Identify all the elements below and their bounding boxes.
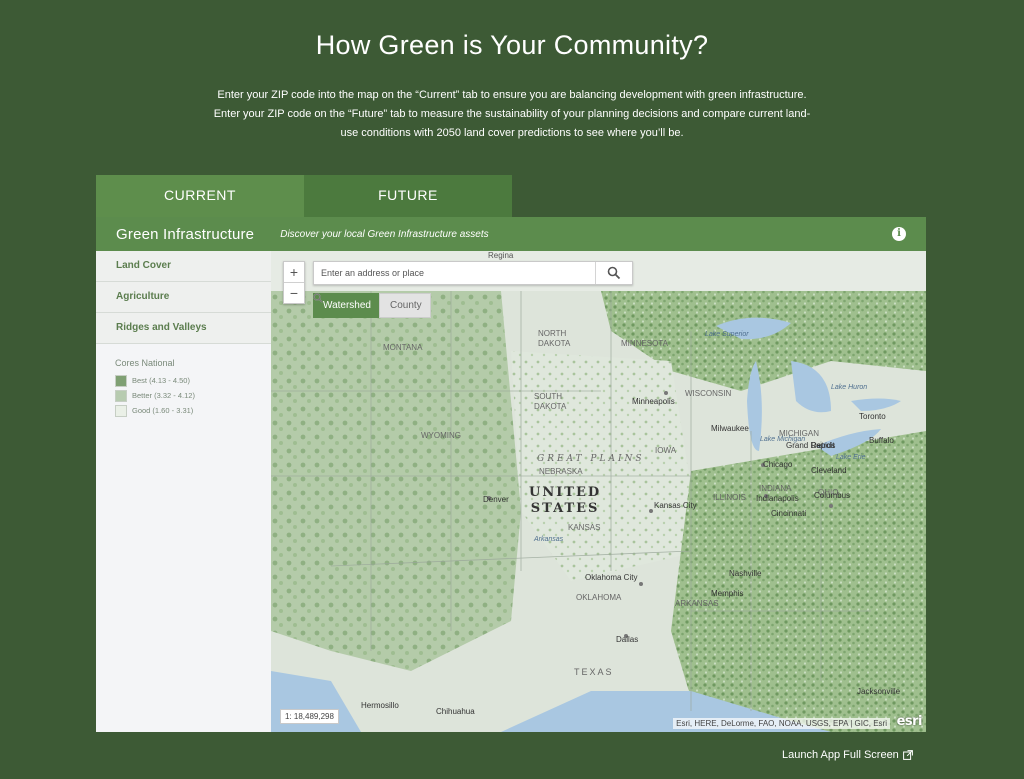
map-label-city: Nashville xyxy=(729,569,762,578)
search-icon xyxy=(607,266,621,280)
map-label-city: Toronto xyxy=(859,412,886,421)
tab-current[interactable]: CURRENT xyxy=(96,175,304,217)
app-title: Green Infrastructure xyxy=(116,225,255,243)
zoom-in-button[interactable]: + xyxy=(284,262,304,283)
tab-future[interactable]: FUTURE xyxy=(304,175,512,217)
map-label-state: ILLINOIS xyxy=(713,493,746,502)
map-label-city: Indianapolis xyxy=(756,494,799,503)
launch-label: Launch App Full Screen xyxy=(782,749,899,761)
launch-full-screen-link[interactable]: Launch App Full Screen xyxy=(782,749,913,761)
map-label-city: Chicago xyxy=(763,460,793,469)
legend-entry: Better (3.32 - 4.12) xyxy=(115,388,271,403)
map-label-city: Milwaukee xyxy=(711,424,749,433)
map-label-water: Lake Erie xyxy=(836,454,866,461)
map-label-state: IOWA xyxy=(655,446,677,455)
app-panel: Green Infrastructure Discover your local… xyxy=(96,217,926,732)
map-label-state: MINNESOTA xyxy=(621,339,668,348)
map-label-state: NORTH xyxy=(538,329,567,338)
zoom-out-button[interactable]: − xyxy=(284,283,304,303)
map-label-water: Lake Superior xyxy=(705,331,749,338)
map-label-state: TEXAS xyxy=(574,667,614,677)
map-label-state: INDIANA xyxy=(759,484,792,493)
map-label-state: WISCONSIN xyxy=(685,389,732,398)
sidebar-item-agriculture[interactable]: Agriculture xyxy=(96,282,271,313)
map-label-city: Jacksonville xyxy=(857,687,901,696)
intro-text: Enter your ZIP code into the map on the … xyxy=(180,86,844,143)
map-label-city: Columbus xyxy=(814,491,851,500)
legend-label: Good (1.60 - 3.31) xyxy=(132,406,194,415)
legend-title: Cores National xyxy=(115,358,175,368)
map-label-state: ARKANSAS xyxy=(675,599,719,608)
intro-line: Enter your ZIP code on the “Future” tab … xyxy=(213,108,811,120)
map-label-state: DAKOTA xyxy=(534,402,567,411)
intro-line: use conditions with 2050 land cover pred… xyxy=(340,127,684,139)
legend-label: Better (3.32 - 4.12) xyxy=(132,391,195,400)
sidebar: Land Cover Agriculture Ridges and Valley… xyxy=(96,251,272,732)
map-label-city: Cincinnati xyxy=(771,509,807,518)
map-view[interactable]: UNITED STATES GREAT PLAINS NORTH DAKOTA S… xyxy=(271,251,926,732)
county-label: County xyxy=(389,300,422,311)
map-label-city: Memphis xyxy=(711,589,744,598)
address-search xyxy=(313,261,633,285)
info-icon[interactable]: i xyxy=(892,227,906,241)
map-label-state: SOUTH xyxy=(534,392,562,401)
map-label-state: DAKOTA xyxy=(538,339,571,348)
legend-label: Best (4.13 - 4.50) xyxy=(132,376,190,385)
map-label-state: MONTANA xyxy=(383,343,423,352)
legend-swatch xyxy=(115,404,127,417)
map-label-city: Detroit xyxy=(811,441,835,450)
map-attribution[interactable]: Esri, HERE, DeLorme, FAO, NOAA, USGS, EP… xyxy=(673,718,890,729)
map-label-state: NORTH DAKOTA xyxy=(538,329,570,349)
search-button[interactable] xyxy=(595,262,632,284)
map-label-city: Chihuahua xyxy=(436,707,475,716)
county-toggle-button[interactable]: County xyxy=(313,293,431,318)
sidebar-item-ridges-and-valleys[interactable]: Ridges and Valleys xyxy=(96,313,271,344)
map-label-state: SOUTH DAKOTA xyxy=(534,392,566,412)
legend: Cores National Best (4.13 - 4.50) Better… xyxy=(96,358,271,418)
app-header: Green Infrastructure Discover your local… xyxy=(96,217,926,251)
map-label-water: Lake Michigan xyxy=(760,436,806,443)
legend-entry: Best (4.13 - 4.50) xyxy=(115,373,271,388)
external-link-icon xyxy=(902,750,913,760)
zoom-control: + − xyxy=(283,261,305,304)
map-label-water: Lake Huron xyxy=(831,384,868,391)
app-subtitle: Discover your local Green Infrastructure… xyxy=(280,228,489,240)
legend-swatch xyxy=(115,389,127,402)
map-label-city: Dallas xyxy=(616,635,639,644)
esri-logo[interactable]: esri xyxy=(897,714,923,729)
tab-bar: CURRENT FUTURE xyxy=(96,175,512,217)
intro-line: Enter your ZIP code into the map on the … xyxy=(217,89,807,101)
map-label-state: KANSAS xyxy=(568,523,601,532)
map-label-city: Kansas City xyxy=(654,501,697,510)
map-label-country: UNITED STATES xyxy=(529,485,601,517)
map-label-city: Denver xyxy=(483,495,509,504)
legend-entry: Good (1.60 - 3.31) xyxy=(115,403,271,418)
map-label-state: WYOMING xyxy=(421,431,461,440)
page-title: How Green is Your Community? xyxy=(315,30,709,60)
map-scale: 1: 18,489,298 xyxy=(280,709,339,724)
map-label-city: Buffalo xyxy=(869,436,894,445)
address-search-input[interactable] xyxy=(314,262,595,284)
map-label-state: OKLAHOMA xyxy=(576,593,622,602)
map-label-state: NEBRASKA xyxy=(539,467,583,476)
map-label-city: Cleveland xyxy=(811,466,847,475)
map-label-city: Minneapolis xyxy=(632,397,675,406)
watershed-label: Watershed xyxy=(323,300,371,311)
map-label-city: Oklahoma City xyxy=(585,573,638,582)
map-label-city: Hermosillo xyxy=(361,701,399,710)
map-label-great-plains: GREAT PLAINS xyxy=(537,454,645,464)
map-label-city: Regina xyxy=(488,251,514,260)
map-label-country-line: UNITED xyxy=(529,485,602,500)
legend-swatch xyxy=(115,374,127,387)
sidebar-item-land-cover[interactable]: Land Cover xyxy=(96,251,271,282)
map-label-country-line: STATES xyxy=(530,501,600,516)
map-label-water: Arkansas xyxy=(534,536,564,543)
boundary-toggle: Watershed County xyxy=(313,293,431,318)
